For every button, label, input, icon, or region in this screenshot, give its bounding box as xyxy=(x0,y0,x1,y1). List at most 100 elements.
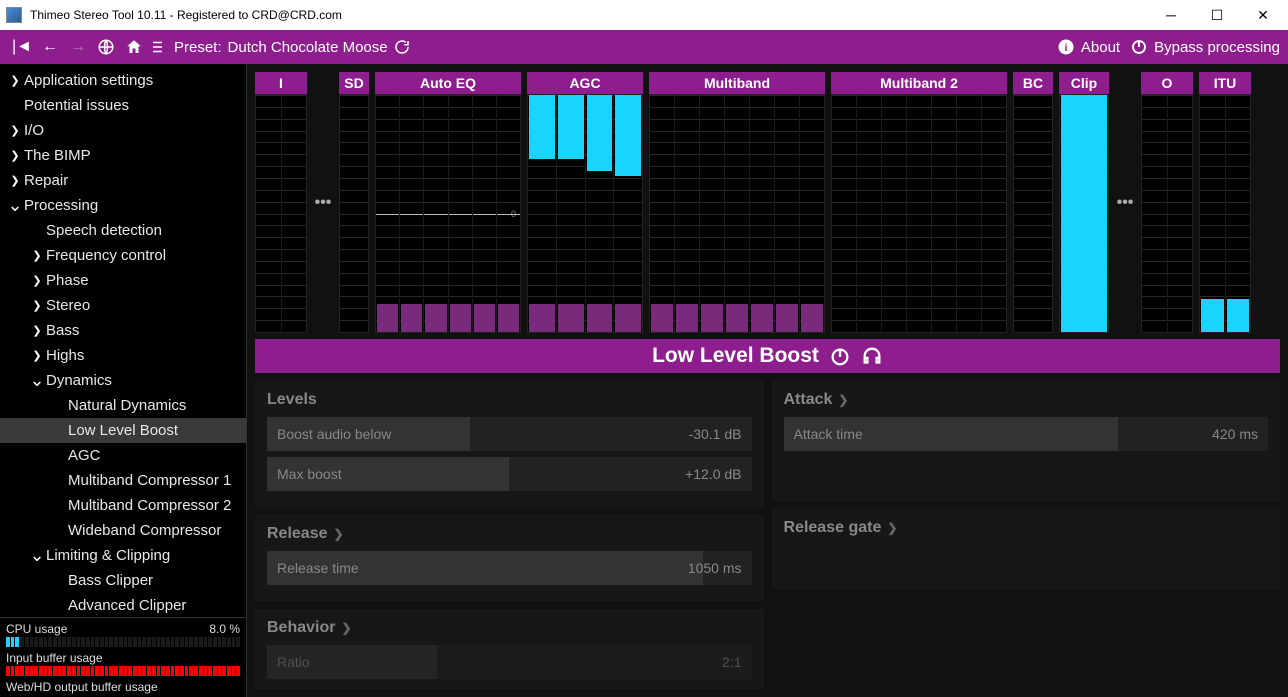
tree-label: Bass Clipper xyxy=(68,572,153,589)
meter-display: -6-12-18-24-30 xyxy=(527,94,643,333)
meter-display: 0 xyxy=(375,94,521,333)
panel-title-release-gate[interactable]: Release gate❯ xyxy=(784,519,1269,537)
meter-more-icon[interactable]: ••• xyxy=(313,72,333,333)
tree-item-natural-dynamics[interactable]: Natural Dynamics xyxy=(0,393,246,418)
tree-item-bass[interactable]: ❯Bass xyxy=(0,318,246,343)
meter-o[interactable]: O-6-12-18-24 xyxy=(1141,72,1193,333)
cpu-bar xyxy=(6,637,240,647)
home-icon[interactable] xyxy=(120,33,148,61)
tree-label: Speech detection xyxy=(46,222,162,239)
tree-item-highs[interactable]: ❯Highs xyxy=(0,343,246,368)
input-buffer-bar xyxy=(6,666,240,676)
cpu-label: CPU usage xyxy=(6,622,67,636)
back-icon[interactable]: ← xyxy=(36,33,64,61)
tree-item-application-settings[interactable]: ❯Application settings xyxy=(0,68,246,93)
tree-label: Phase xyxy=(46,272,89,289)
chevron-icon: ❯ xyxy=(28,249,46,262)
tree-label: Natural Dynamics xyxy=(68,397,186,414)
tree-item-i-o[interactable]: ❯I/O xyxy=(0,118,246,143)
tree-item-limiting-clipping[interactable]: ⌄Limiting & Clipping xyxy=(0,543,246,568)
meter-display xyxy=(339,94,369,333)
panel-behavior: Behavior❯ Ratio2:1 xyxy=(255,609,764,689)
meter-header: O xyxy=(1141,72,1193,94)
tree-label: Repair xyxy=(24,172,68,189)
meter-sd[interactable]: SD xyxy=(339,72,369,333)
tree-label: The BIMP xyxy=(24,147,91,164)
panel-attack: Attack❯ Attack time420 ms xyxy=(772,381,1281,501)
reload-icon[interactable] xyxy=(388,33,416,61)
meter-agc[interactable]: AGC-6-12-18-24-30 xyxy=(527,72,643,333)
toolbar: |◄ ← → Preset: Dutch Chocolate Moose i A… xyxy=(0,30,1288,64)
power-icon[interactable] xyxy=(829,345,851,367)
tree-label: Application settings xyxy=(24,72,153,89)
meter-display: -6-12-18-24-30 xyxy=(831,94,1007,333)
tree-item-multiband-compressor-1[interactable]: Multiband Compressor 1 xyxy=(0,468,246,493)
goto-start-icon[interactable]: |◄ xyxy=(8,33,36,61)
tree-item-potential-issues[interactable]: Potential issues xyxy=(0,93,246,118)
tree-label: Processing xyxy=(24,197,98,214)
panel-title-release[interactable]: Release❯ xyxy=(267,525,752,543)
forward-icon[interactable]: → xyxy=(64,33,92,61)
slider-boost-below[interactable]: Boost audio below-30.1 dB xyxy=(267,417,752,451)
meter-display: -3-6-9 xyxy=(1059,94,1109,333)
tree-label: Wideband Compressor xyxy=(68,522,221,539)
tree-item-low-level-boost[interactable]: Low Level Boost xyxy=(0,418,246,443)
chevron-icon: ❯ xyxy=(6,174,24,187)
headphones-icon[interactable] xyxy=(861,345,883,367)
tree-item-the-bimp[interactable]: ❯The BIMP xyxy=(0,143,246,168)
tree-item-phase[interactable]: ❯Phase xyxy=(0,268,246,293)
preset-selector[interactable]: Preset: Dutch Chocolate Moose xyxy=(150,38,388,56)
bypass-button[interactable]: Bypass processing xyxy=(1130,38,1280,56)
meter-display: -6-12-18-24-30 xyxy=(649,94,825,333)
tree-item-agc[interactable]: AGC xyxy=(0,443,246,468)
app-icon xyxy=(6,7,22,23)
panel-title-behavior[interactable]: Behavior❯ xyxy=(267,619,752,637)
meter-multiband[interactable]: Multiband-6-12-18-24-30 xyxy=(649,72,825,333)
tree-label: Multiband Compressor 2 xyxy=(68,497,231,514)
tree-item-multiband-compressor-2[interactable]: Multiband Compressor 2 xyxy=(0,493,246,518)
maximize-button[interactable]: ☐ xyxy=(1194,0,1240,30)
close-button[interactable]: ✕ xyxy=(1240,0,1286,30)
panel-title-attack[interactable]: Attack❯ xyxy=(784,391,1269,409)
tree-label: Bass xyxy=(46,322,79,339)
slider-max-boost[interactable]: Max boost+12.0 dB xyxy=(267,457,752,491)
slider-ratio[interactable]: Ratio2:1 xyxy=(267,645,752,679)
meter-auto-eq[interactable]: Auto EQ0 xyxy=(375,72,521,333)
minimize-button[interactable]: ─ xyxy=(1148,0,1194,30)
obuf-label: Web/HD output buffer usage xyxy=(6,680,158,694)
meter-more-icon[interactable]: ••• xyxy=(1115,72,1135,333)
tree-label: Multiband Compressor 1 xyxy=(68,472,231,489)
panel-title-levels[interactable]: Levels xyxy=(267,391,752,409)
tree-item-processing[interactable]: ⌄Processing xyxy=(0,193,246,218)
tree-label: Low Level Boost xyxy=(68,422,178,439)
tree-item-advanced-clipper[interactable]: Advanced Clipper xyxy=(0,593,246,617)
meter-i[interactable]: I-6-12-18-24-30 xyxy=(255,72,307,333)
meter-header: Clip xyxy=(1059,72,1109,94)
meter-display: -3-6 xyxy=(1013,94,1053,333)
titlebar: Thimeo Stereo Tool 10.11 - Registered to… xyxy=(0,0,1288,30)
chevron-icon: ❯ xyxy=(28,349,46,362)
meter-header: Auto EQ xyxy=(375,72,521,94)
tree-item-stereo[interactable]: ❯Stereo xyxy=(0,293,246,318)
tree-item-speech-detection[interactable]: Speech detection xyxy=(0,218,246,243)
chevron-icon: ⌄ xyxy=(6,195,24,216)
tree-item-bass-clipper[interactable]: Bass Clipper xyxy=(0,568,246,593)
chevron-icon: ❯ xyxy=(28,299,46,312)
cpu-value: 8.0 % xyxy=(209,622,240,636)
globe-icon[interactable] xyxy=(92,33,120,61)
tree-item-repair[interactable]: ❯Repair xyxy=(0,168,246,193)
slider-release-time[interactable]: Release time1050 ms xyxy=(267,551,752,585)
meter-clip[interactable]: Clip-3-6-9 xyxy=(1059,72,1109,333)
meter-itu[interactable]: ITU-6-12-18-24 xyxy=(1199,72,1251,333)
tree-item-dynamics[interactable]: ⌄Dynamics xyxy=(0,368,246,393)
meter-bc[interactable]: BC-3-6 xyxy=(1013,72,1053,333)
about-button[interactable]: i About xyxy=(1057,38,1120,56)
slider-attack-time[interactable]: Attack time420 ms xyxy=(784,417,1269,451)
meter-display: -6-12-18-24 xyxy=(1141,94,1193,333)
panel-release-gate: Release gate❯ xyxy=(772,509,1281,589)
svg-text:i: i xyxy=(1064,42,1067,54)
meter-multiband-2[interactable]: Multiband 2-6-12-18-24-30 xyxy=(831,72,1007,333)
tree-label: Highs xyxy=(46,347,84,364)
tree-item-wideband-compressor[interactable]: Wideband Compressor xyxy=(0,518,246,543)
tree-item-frequency-control[interactable]: ❯Frequency control xyxy=(0,243,246,268)
